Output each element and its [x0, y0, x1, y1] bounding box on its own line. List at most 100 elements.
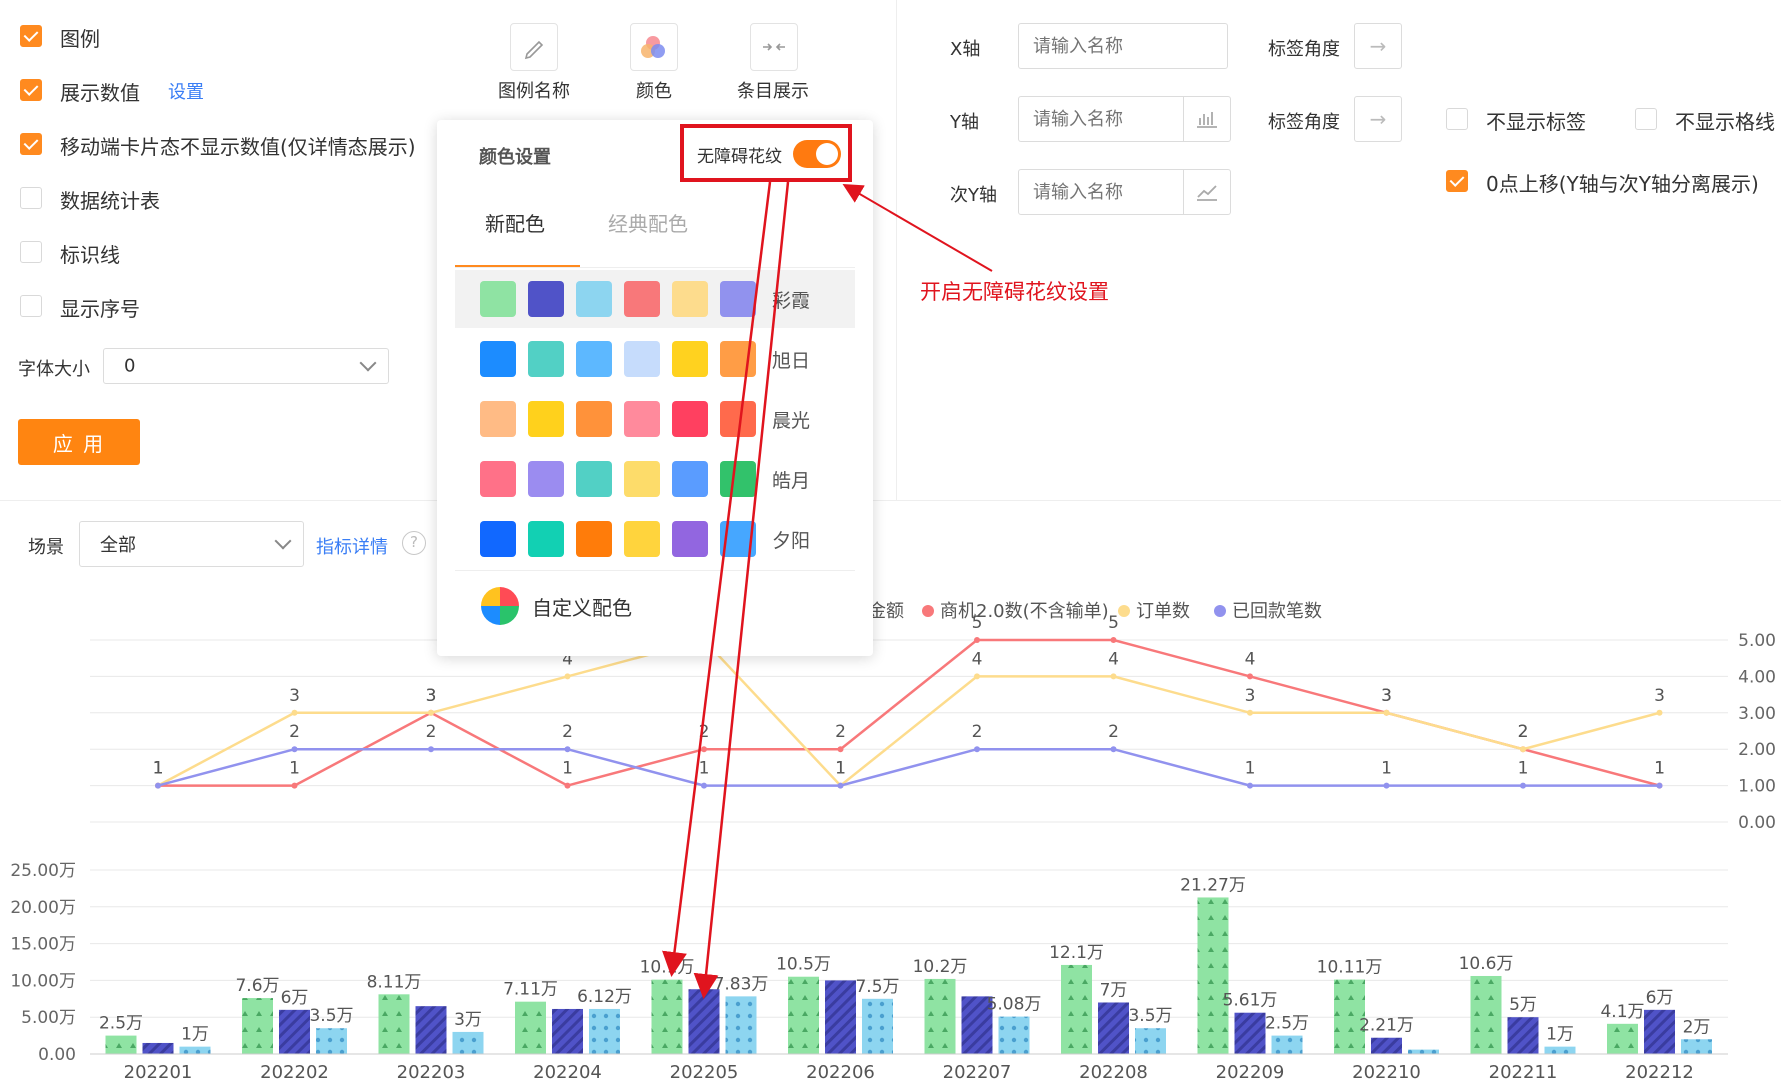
bar-value-label: 7.11万: [503, 980, 558, 1000]
custom-palette-button[interactable]: 自定义配色: [532, 592, 632, 621]
color-swatch: [720, 401, 756, 437]
panel-divider: [896, 0, 897, 500]
series-point: [1110, 673, 1117, 680]
color-scheme-row[interactable]: 皓月: [455, 450, 855, 508]
y2-tick-label: 2.00: [1738, 740, 1776, 760]
x-tick-label: 202211: [1489, 1062, 1558, 1083]
y-tick-angle-button[interactable]: →: [1354, 96, 1402, 142]
y2-tick-label: 4.00: [1738, 667, 1776, 687]
bar-value-label: 5万: [1509, 995, 1537, 1015]
bar: [1061, 964, 1092, 1054]
point-value-label: 3: [1381, 686, 1392, 706]
x-tick-label: 202208: [1079, 1062, 1148, 1083]
point-value-label: 2: [289, 722, 300, 742]
data-table-label: 数据统计表: [60, 189, 160, 213]
bar-chart-icon[interactable]: [1183, 97, 1230, 141]
hide-grid-checkbox[interactable]: [1635, 108, 1657, 130]
series-point: [564, 782, 571, 789]
x-axis-name-input[interactable]: [1018, 23, 1228, 69]
point-value-label: 3: [426, 686, 437, 706]
line-chart-icon[interactable]: [1183, 170, 1230, 214]
bar-value-label: 3.5万: [1128, 1006, 1172, 1026]
y2-axis-name-field[interactable]: [1019, 170, 1184, 214]
bar: [825, 980, 856, 1054]
hide-grid-label: 不显示格线: [1675, 110, 1775, 134]
legend-marker: [1214, 605, 1226, 617]
x-tick-angle-button[interactable]: →: [1354, 23, 1402, 69]
section-divider: [0, 500, 1781, 501]
zero-shift-checkbox[interactable]: [1446, 170, 1468, 192]
series-point: [974, 746, 980, 753]
x-tick-label: 202209: [1216, 1062, 1285, 1083]
legend-name-button[interactable]: [510, 23, 558, 71]
help-icon[interactable]: ?: [402, 531, 426, 555]
y-tick-label: 10.00万: [10, 971, 76, 991]
tab-new-palette[interactable]: 新配色: [485, 208, 545, 237]
series-point: [1656, 782, 1663, 789]
bar-value-label: 10.2万: [913, 957, 968, 977]
hide-labels-checkbox[interactable]: [1446, 108, 1468, 130]
bar: [651, 979, 683, 1054]
legend-name-label: 图例名称: [498, 81, 570, 102]
point-value-label: 1: [699, 759, 710, 779]
bar: [415, 1006, 447, 1054]
scene-select[interactable]: 全部: [79, 521, 304, 567]
x-axis-label: X轴: [950, 39, 981, 60]
x-tick-label: 202210: [1352, 1062, 1421, 1083]
x-axis-name-field[interactable]: [1019, 24, 1227, 68]
color-swatch: [720, 461, 756, 497]
zero-shift-label: 0点上移(Y轴与次Y轴分离展示): [1486, 172, 1759, 196]
point-value-label: 2: [1108, 722, 1119, 742]
y-tick-label: 25.00万: [10, 861, 76, 881]
series-point: [1520, 782, 1526, 789]
color-swatch: [672, 521, 708, 557]
bar-value-label: 7.6万: [235, 976, 279, 996]
y-tick-label: 0.00: [38, 1045, 76, 1065]
bar-value-label: 1万: [1546, 1025, 1574, 1045]
bar-value-label: 6万: [1646, 988, 1674, 1008]
bar: [1098, 1002, 1129, 1054]
font-size-select[interactable]: 0: [103, 348, 389, 384]
mobile-hide-checkbox[interactable]: [20, 133, 42, 155]
tab-classic-palette[interactable]: 经典配色: [608, 208, 688, 237]
color-swatch: [576, 521, 612, 557]
color-swatch: [672, 461, 708, 497]
entry-display-button[interactable]: [750, 23, 798, 71]
legend-checkbox[interactable]: [20, 25, 42, 47]
series-point: [564, 746, 571, 753]
color-swatch: [624, 281, 660, 317]
bar: [142, 1042, 174, 1054]
annotation-text: 开启无障碍花纹设置: [920, 280, 1109, 304]
y-axis-label: Y轴: [950, 112, 979, 133]
bar-value-label: 7.5万: [855, 977, 899, 997]
show-values-settings-link[interactable]: 设置: [168, 78, 204, 104]
color-swatch: [528, 521, 564, 557]
x-tick-angle-label: 标签角度: [1268, 39, 1340, 60]
entry-display-label: 条目展示: [737, 81, 809, 102]
color-scheme-row[interactable]: 彩霞: [455, 270, 855, 328]
bar-value-label: 3万: [454, 1010, 482, 1030]
color-scheme-row[interactable]: 夕阳: [455, 510, 855, 568]
color-button[interactable]: [630, 23, 678, 71]
metric-detail-link[interactable]: 指标详情: [316, 533, 388, 559]
color-scheme-row[interactable]: 旭日: [455, 330, 855, 388]
show-values-checkbox[interactable]: [20, 79, 42, 101]
bar: [552, 1008, 583, 1054]
color-swatch: [480, 461, 516, 497]
x-tick-label: 202202: [260, 1062, 329, 1083]
legend-label: 图例: [60, 27, 100, 51]
series-line: [157, 747, 1660, 787]
show-index-checkbox[interactable]: [20, 295, 42, 317]
color-scheme-row[interactable]: 晨光: [455, 390, 855, 448]
y2-axis-name-input[interactable]: [1018, 169, 1231, 215]
color-label: 颜色: [636, 81, 672, 102]
marker-line-checkbox[interactable]: [20, 241, 42, 263]
bar-value-label: 3.5万: [309, 1006, 353, 1026]
bar: [1408, 1049, 1439, 1054]
y-axis-name-input[interactable]: [1018, 96, 1231, 142]
series-point: [1520, 746, 1526, 753]
y-axis-name-field[interactable]: [1019, 97, 1184, 141]
apply-button[interactable]: 应 用: [18, 419, 140, 465]
bar-value-label: 2.5万: [1265, 1014, 1309, 1034]
data-table-checkbox[interactable]: [20, 187, 42, 209]
